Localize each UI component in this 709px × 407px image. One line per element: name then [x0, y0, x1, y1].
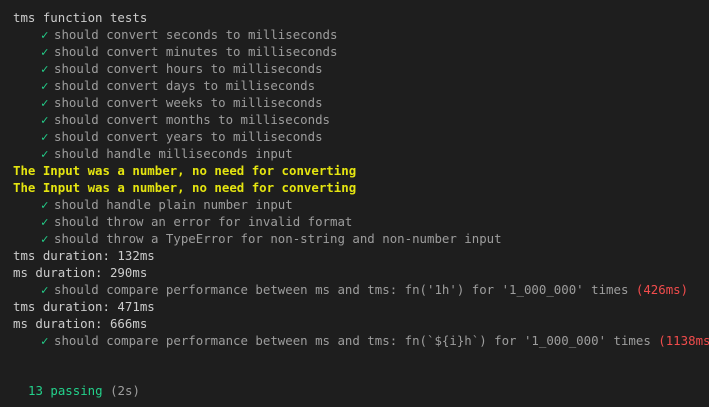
test-name: should compare performance between ms an…: [54, 282, 629, 297]
test-row: ✓ should convert seconds to milliseconds: [13, 26, 709, 43]
passing-time: (2s): [110, 383, 140, 398]
test-name: should compare performance between ms an…: [54, 333, 651, 348]
test-row: ✓ should convert days to milliseconds: [13, 77, 709, 94]
test-row: ✓ should convert hours to milliseconds: [13, 60, 709, 77]
warning-line: The Input was a number, no need for conv…: [13, 180, 357, 195]
test-row: ✓ should compare performance between ms a…: [13, 281, 709, 298]
check-icon: ✓: [41, 129, 49, 144]
test-name: should handle plain number input: [54, 197, 293, 212]
passing-count: 13 passing: [28, 383, 103, 398]
test-row: ✓ should convert months to milliseconds: [13, 111, 709, 128]
test-row: ✓ should throw a TypeError for non-string…: [13, 230, 709, 247]
check-icon: ✓: [41, 27, 49, 42]
check-icon: ✓: [41, 231, 49, 246]
test-name: should convert seconds to milliseconds: [54, 27, 338, 42]
terminal-output[interactable]: tms function tests ✓ should convert secon…: [0, 0, 709, 407]
test-name: should handle milliseconds input: [54, 146, 293, 161]
test-name: should convert minutes to milliseconds: [54, 44, 338, 59]
check-icon: ✓: [41, 61, 49, 76]
slow-duration: (1138ms): [658, 333, 709, 348]
test-name: should convert months to milliseconds: [54, 112, 331, 127]
test-row: ✓ should convert weeks to milliseconds: [13, 94, 709, 111]
check-icon: ✓: [41, 44, 49, 59]
passing-summary: 13 passing (2s): [28, 382, 140, 399]
slow-duration: (426ms): [635, 282, 689, 297]
warning-line: The Input was a number, no need for conv…: [13, 163, 357, 178]
suite-title: tms function tests: [13, 10, 148, 25]
tms-duration-line: tms duration: 471ms: [13, 299, 155, 314]
test-name: should convert years to milliseconds: [54, 129, 323, 144]
test-name: should throw a TypeError for non-string …: [54, 231, 502, 246]
check-icon: ✓: [41, 146, 49, 161]
test-name: should convert hours to milliseconds: [54, 61, 323, 76]
test-row: ✓ should handle plain number input: [13, 196, 709, 213]
check-icon: ✓: [41, 333, 49, 348]
check-icon: ✓: [41, 112, 49, 127]
check-icon: ✓: [41, 214, 49, 229]
test-name: should throw an error for invalid format: [54, 214, 353, 229]
test-row: ✓ should throw an error for invalid forma…: [13, 213, 709, 230]
check-icon: ✓: [41, 282, 49, 297]
test-row: ✓ should handle milliseconds input: [13, 145, 709, 162]
check-icon: ✓: [41, 95, 49, 110]
tms-duration-line: tms duration: 132ms: [13, 248, 155, 263]
check-icon: ✓: [41, 197, 49, 212]
test-row: ✓ should convert minutes to milliseconds: [13, 43, 709, 60]
test-row: ✓ should compare performance between ms a…: [13, 332, 709, 349]
check-icon: ✓: [41, 78, 49, 93]
test-name: should convert days to milliseconds: [54, 78, 316, 93]
ms-duration-line: ms duration: 290ms: [13, 265, 148, 280]
test-name: should convert weeks to milliseconds: [54, 95, 323, 110]
test-row: ✓ should convert years to milliseconds: [13, 128, 709, 145]
ms-duration-line: ms duration: 666ms: [13, 316, 148, 331]
